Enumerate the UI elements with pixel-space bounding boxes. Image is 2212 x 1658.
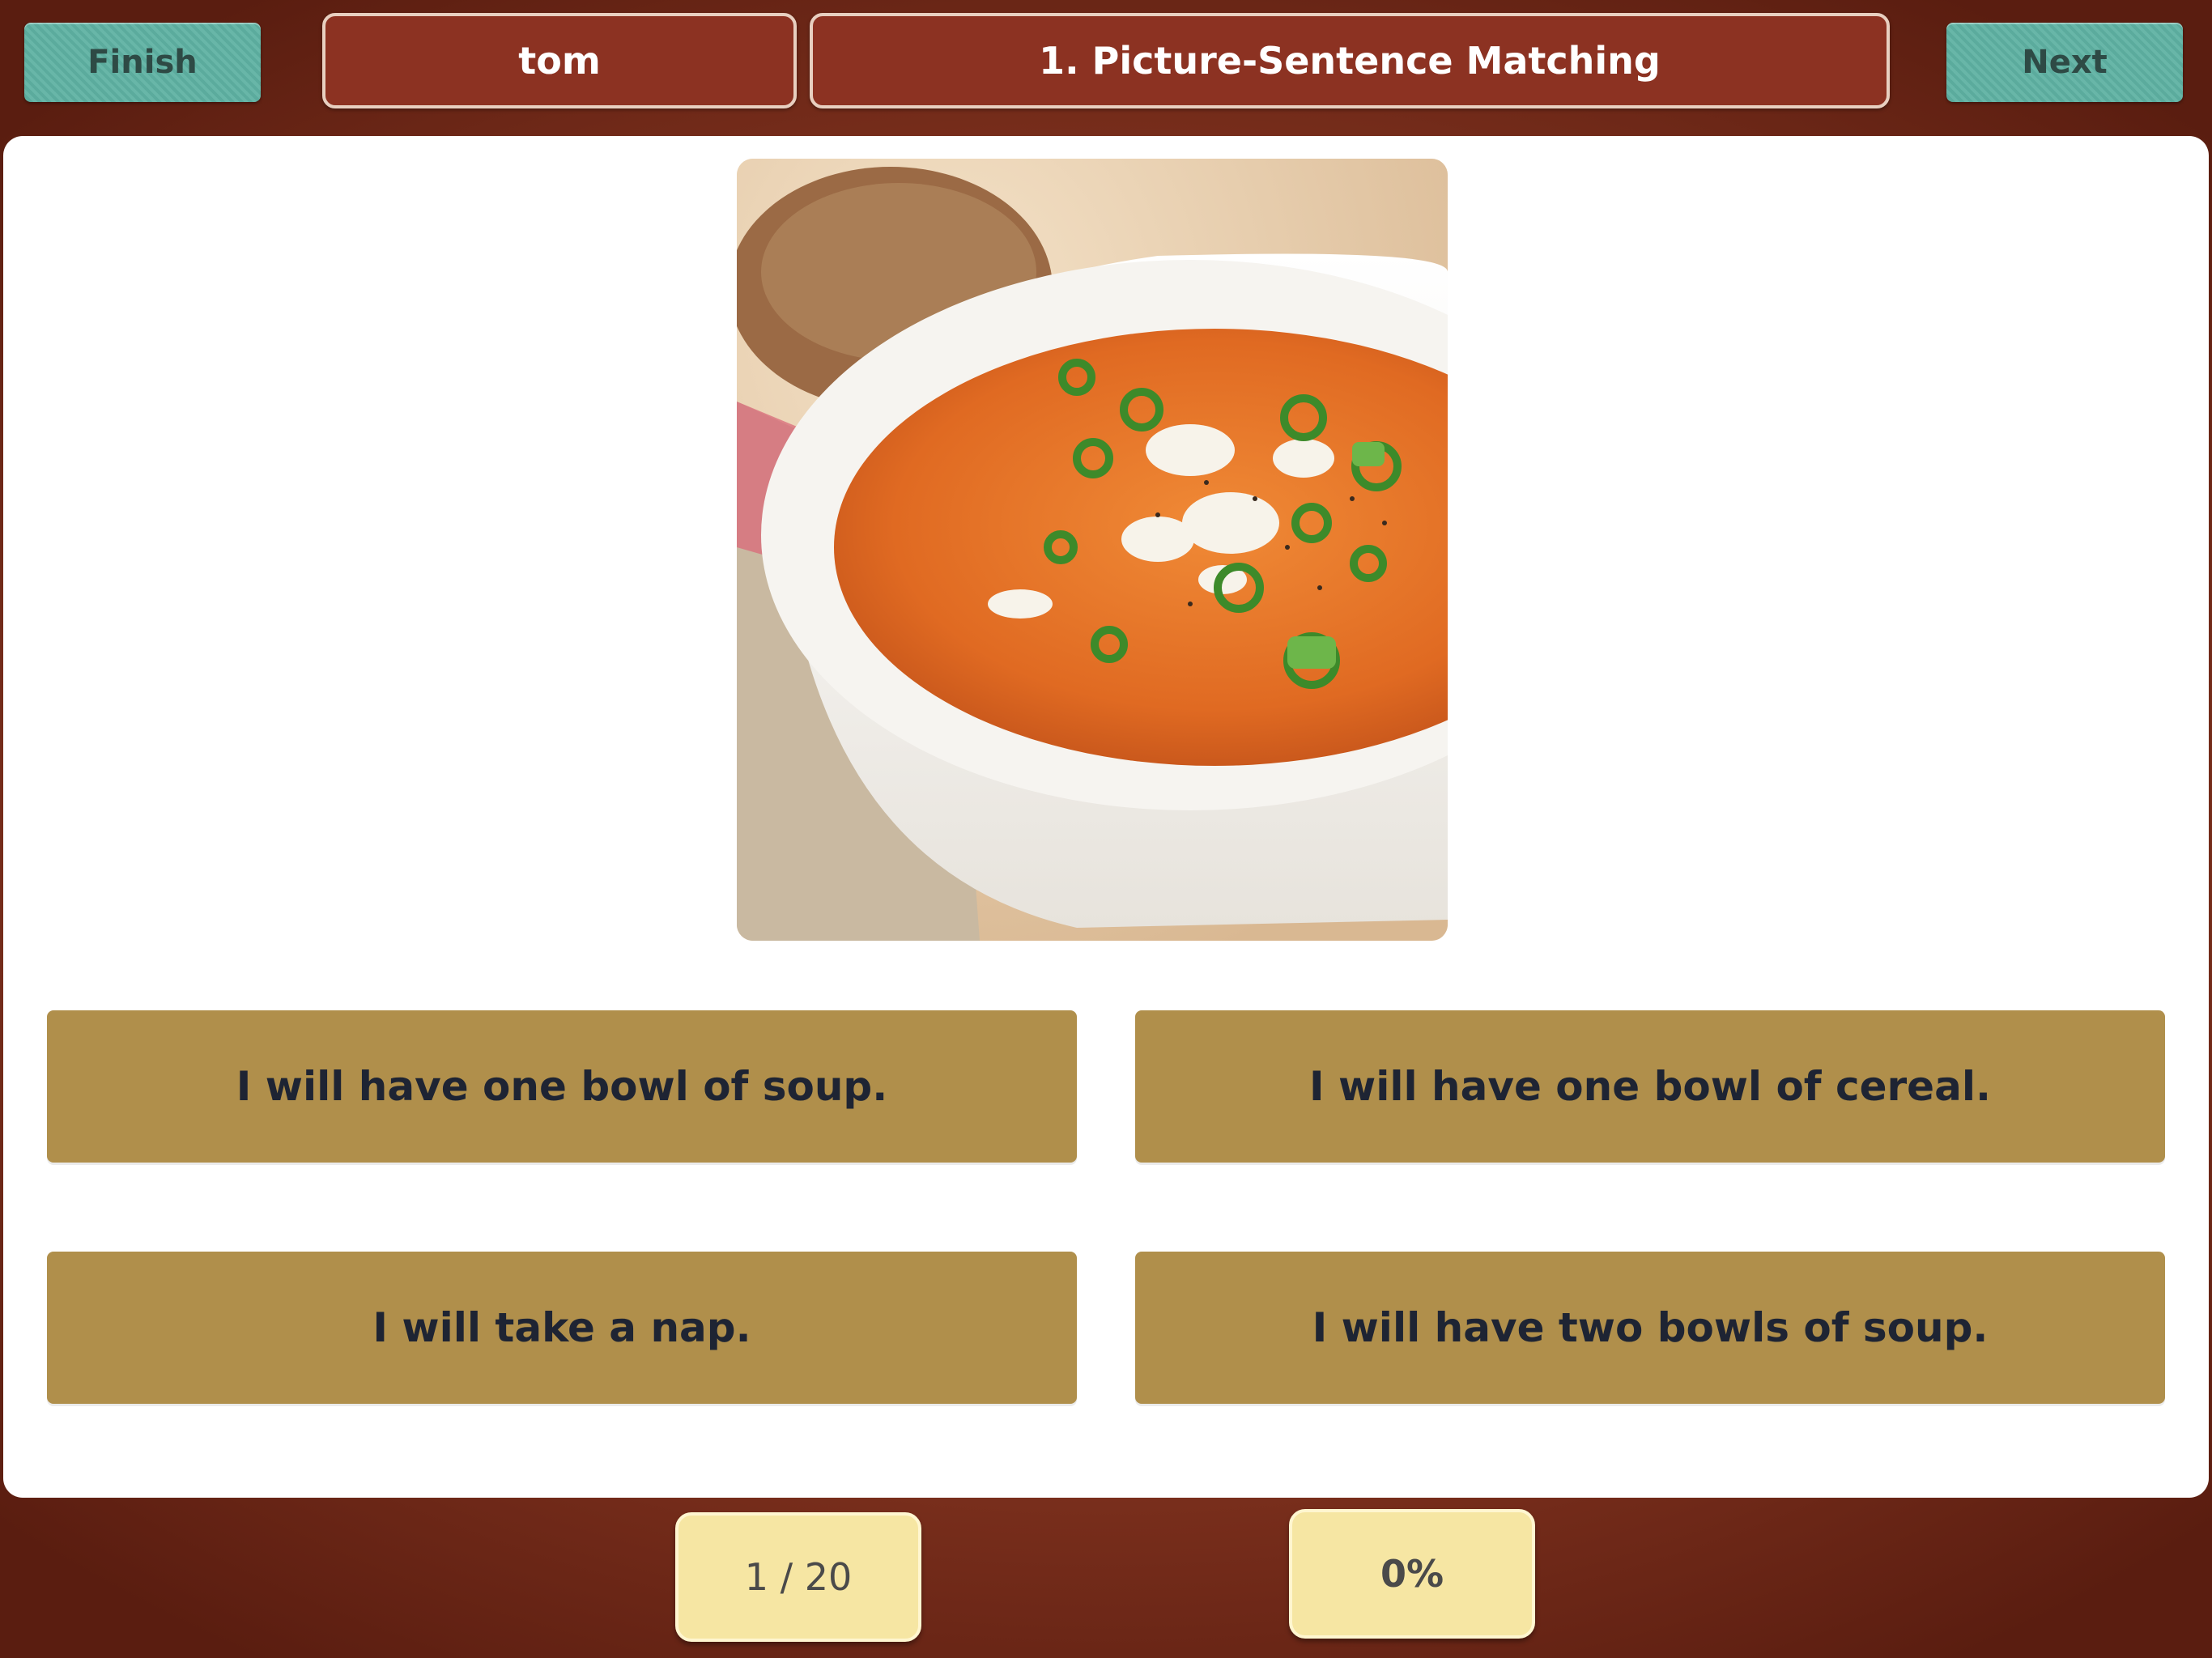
next-button[interactable]: Next xyxy=(1946,23,2183,102)
answer-option-3[interactable]: I will take a nap. xyxy=(47,1252,1077,1404)
finish-button[interactable]: Finish xyxy=(24,23,261,102)
score-text: 0% xyxy=(1380,1552,1444,1596)
progress-counter: 1 / 20 xyxy=(675,1512,921,1642)
answer-option-4[interactable]: I will have two bowls of soup. xyxy=(1135,1252,2165,1404)
score-counter: 0% xyxy=(1289,1509,1535,1639)
soup-illustration xyxy=(737,159,1448,941)
progress-text: 1 / 20 xyxy=(744,1555,853,1599)
soup-photo xyxy=(737,159,1448,941)
exercise-panel: I will have one bowl of soup. I will hav… xyxy=(3,136,2209,1498)
activity-title-box: 1. Picture-Sentence Matching xyxy=(810,13,1890,108)
user-name-box: tom xyxy=(322,13,797,108)
answer-option-2[interactable]: I will have one bowl of cereal. xyxy=(1135,1010,2165,1163)
activity-title: 1. Picture-Sentence Matching xyxy=(1039,39,1661,83)
user-name: tom xyxy=(518,39,601,83)
answer-option-1[interactable]: I will have one bowl of soup. xyxy=(47,1010,1077,1163)
